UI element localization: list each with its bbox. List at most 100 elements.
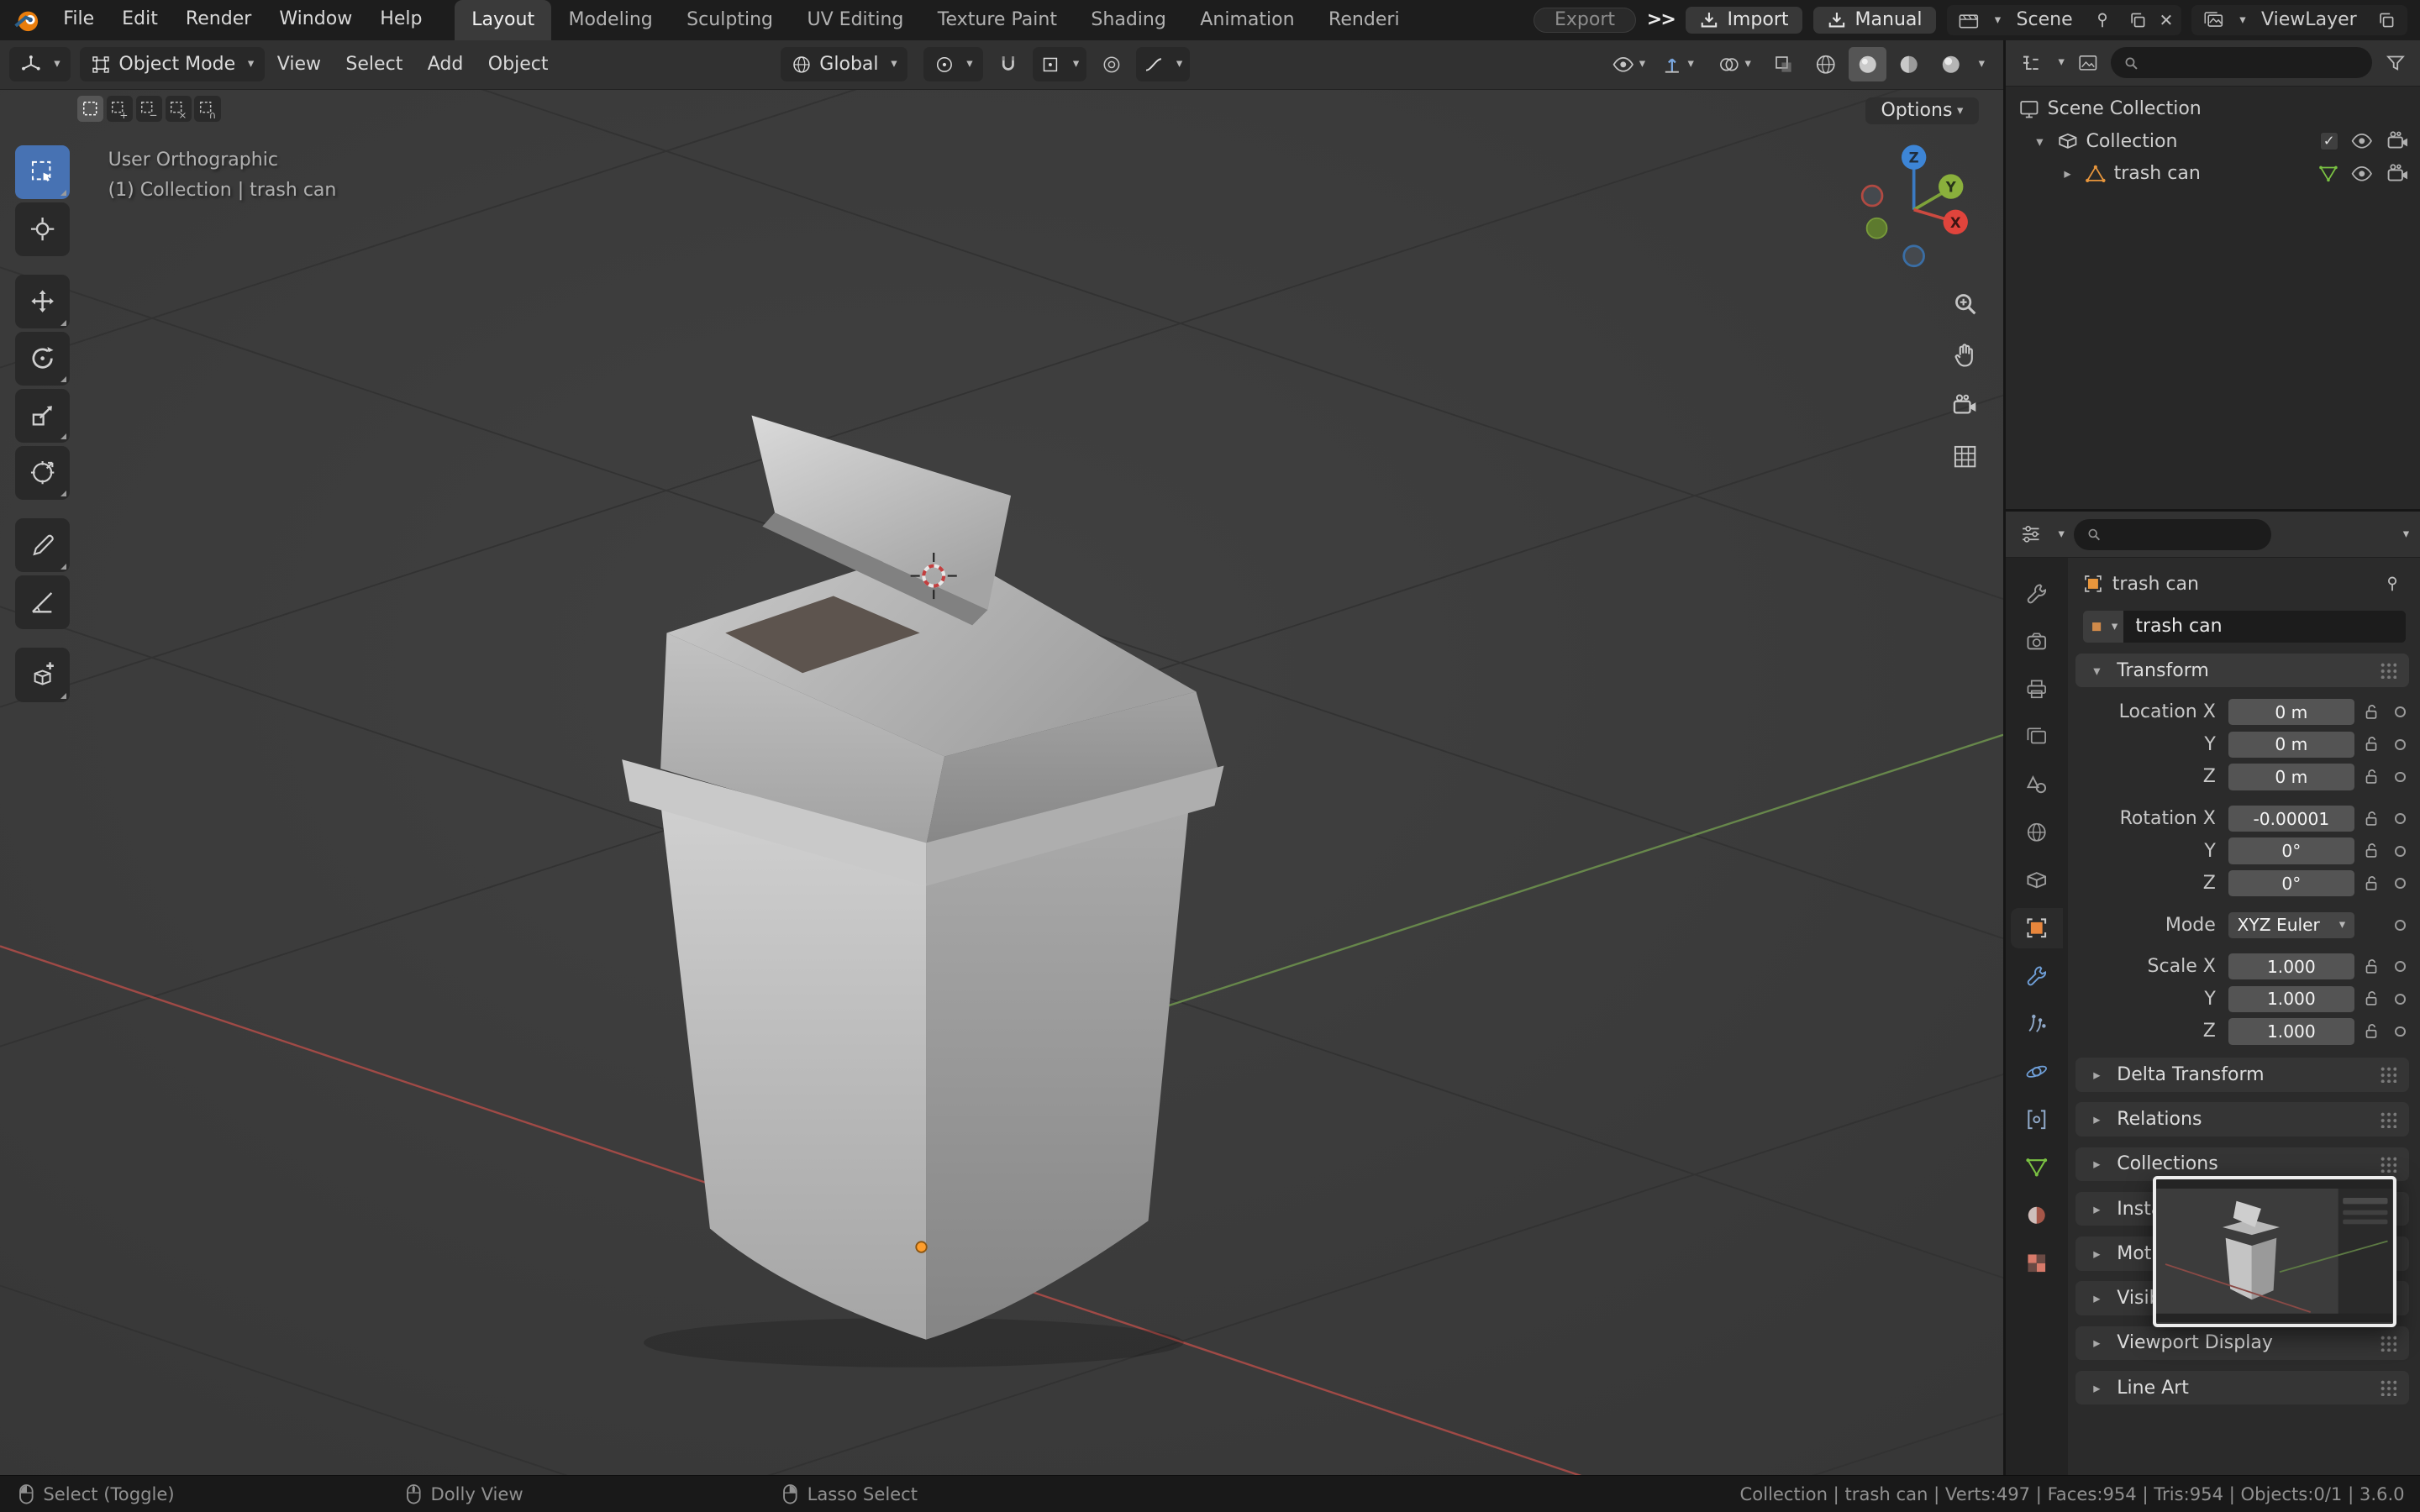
section-viewport-display[interactable]: ▸ Viewport Display xyxy=(2075,1326,2410,1361)
orientation-dropdown[interactable]: Global ▾ xyxy=(781,47,908,81)
manual-button[interactable]: Manual xyxy=(1812,6,1937,34)
workspace-tab-texture-paint[interactable]: Texture Paint xyxy=(921,0,1075,40)
tab-material[interactable] xyxy=(2011,1195,2063,1236)
tab-collection[interactable] xyxy=(2011,860,2063,900)
snap-settings-dropdown[interactable]: ▾ xyxy=(1033,47,1087,81)
pin-icon[interactable] xyxy=(2088,6,2116,34)
zoom-button[interactable] xyxy=(1948,287,1981,321)
location-x-field[interactable]: 0 m xyxy=(2228,699,2355,726)
viewport-3d[interactable]: + − × ∩ User Orthographic (1) Collection… xyxy=(0,89,2004,1475)
drag-grip-icon[interactable] xyxy=(2380,1110,2397,1128)
scale-z-field[interactable]: 1.000 xyxy=(2228,1018,2355,1045)
transform-section-header[interactable]: ▾ Transform xyxy=(2075,654,2410,688)
display-mode-icon[interactable] xyxy=(2074,49,2102,76)
section-relations[interactable]: ▸ Relations xyxy=(2075,1102,2410,1137)
snap-toggle[interactable] xyxy=(990,47,1027,81)
chevron-down-icon[interactable]: ▾ xyxy=(2403,528,2409,541)
outliner-search[interactable] xyxy=(2110,47,2373,79)
import-button[interactable]: Import xyxy=(1685,6,1803,34)
proportional-editing-toggle[interactable] xyxy=(1093,47,1130,81)
tool-annotate[interactable] xyxy=(15,518,70,573)
menu-add[interactable]: Add xyxy=(415,54,476,75)
mode-dropdown[interactable]: Object Mode ▾ xyxy=(80,47,266,81)
viewlayer-browse-icon[interactable] xyxy=(2200,6,2228,34)
select-mode-extend[interactable]: + xyxy=(106,95,133,123)
disclosure-closed-icon[interactable]: ▸ xyxy=(2059,165,2077,181)
editor-type-button[interactable]: ▾ xyxy=(9,47,71,81)
tab-render[interactable] xyxy=(2011,621,2063,661)
hide-eye-icon[interactable] xyxy=(2350,162,2374,186)
lock-icon[interactable] xyxy=(2362,874,2386,893)
blender-logo-icon[interactable] xyxy=(13,6,40,34)
hide-eye-icon[interactable] xyxy=(2350,129,2374,153)
gizmos-dropdown[interactable]: ▾ xyxy=(1651,47,1703,81)
tab-output[interactable] xyxy=(2011,669,2063,709)
workspace-tab-layout[interactable]: Layout xyxy=(455,0,552,40)
tab-modifiers[interactable] xyxy=(2011,956,2063,996)
properties-search-input[interactable] xyxy=(2108,524,2260,545)
toggle-ortho-button[interactable] xyxy=(1948,439,1981,473)
workspace-tab-animation[interactable]: Animation xyxy=(1183,0,1312,40)
drag-grip-icon[interactable] xyxy=(2380,1334,2397,1352)
outliner-search-input[interactable] xyxy=(2146,52,2360,73)
location-y-field[interactable]: 0 m xyxy=(2228,731,2355,758)
outliner-row-trash-can[interactable]: ▸ trash can xyxy=(2006,157,2420,190)
pin-icon[interactable] xyxy=(2378,570,2406,598)
drag-grip-icon[interactable] xyxy=(2380,1155,2397,1173)
chevrons-icon[interactable]: >> xyxy=(1647,9,1676,30)
menu-help[interactable]: Help xyxy=(366,0,436,40)
outliner-row-collection[interactable]: ▾ Collection ✓ xyxy=(2006,125,2420,158)
tool-cursor[interactable] xyxy=(15,202,70,256)
workspace-tab-shading[interactable]: Shading xyxy=(1074,0,1183,40)
workspace-tab-rendering[interactable]: Rendering xyxy=(1312,0,1399,40)
scene-browse-icon[interactable] xyxy=(1954,6,1982,34)
tool-add-cube[interactable] xyxy=(15,648,70,702)
section-line-art[interactable]: ▸ Line Art xyxy=(2075,1370,2410,1405)
tab-object-data[interactable] xyxy=(2011,1147,2063,1188)
tab-tool[interactable] xyxy=(2011,574,2063,614)
camera-view-button[interactable] xyxy=(1948,389,1981,423)
menu-select[interactable]: Select xyxy=(334,54,415,75)
object-name-input[interactable]: trash can xyxy=(2123,610,2407,643)
navigation-gizmo[interactable]: Z Y X xyxy=(1844,140,1983,279)
tool-options-button[interactable]: Options ▾ xyxy=(1865,97,1979,125)
gizmo-negative-x[interactable] xyxy=(1860,184,1884,207)
drag-grip-icon[interactable] xyxy=(2380,1066,2397,1084)
menu-object[interactable]: Object xyxy=(476,54,560,75)
xray-toggle[interactable] xyxy=(1765,47,1802,81)
drag-grip-icon[interactable] xyxy=(2380,1379,2397,1397)
workspace-tab-uv-editing[interactable]: UV Editing xyxy=(790,0,920,40)
workspace-tab-modeling[interactable]: Modeling xyxy=(551,0,670,40)
animate-dot[interactable] xyxy=(2394,1026,2406,1037)
menu-view[interactable]: View xyxy=(265,54,334,75)
export-button[interactable]: Export xyxy=(1534,7,1636,34)
tab-world[interactable] xyxy=(2011,812,2063,853)
screenshot-thumbnail-overlay[interactable] xyxy=(2153,1175,2397,1327)
location-z-field[interactable]: 0 m xyxy=(2228,764,2355,790)
tab-object[interactable] xyxy=(2010,908,2064,948)
shading-rendered-button[interactable] xyxy=(1933,47,1970,81)
tool-transform[interactable] xyxy=(15,445,70,501)
lock-icon[interactable] xyxy=(2362,703,2386,722)
duplicate-viewlayer-icon[interactable] xyxy=(2372,6,2400,34)
shading-wireframe-button[interactable] xyxy=(1807,47,1844,81)
object-origin-dot[interactable] xyxy=(915,1240,928,1253)
breadcrumb-object-name[interactable]: trash can xyxy=(2112,574,2199,595)
menu-render[interactable]: Render xyxy=(171,0,265,40)
outliner-row-scene-collection[interactable]: Scene Collection xyxy=(2006,92,2420,125)
scale-x-field[interactable]: 1.000 xyxy=(2228,953,2355,980)
scale-y-field[interactable]: 1.000 xyxy=(2228,985,2355,1012)
tab-texture[interactable] xyxy=(2011,1242,2063,1283)
lock-icon[interactable] xyxy=(2362,842,2386,860)
shading-material-button[interactable] xyxy=(1891,47,1928,81)
properties-editor-icon[interactable] xyxy=(2017,521,2044,549)
animate-dot[interactable] xyxy=(2394,878,2406,890)
shading-solid-button[interactable] xyxy=(1849,47,1886,81)
drag-grip-icon[interactable] xyxy=(2380,662,2397,680)
disable-render-camera-icon[interactable] xyxy=(2386,162,2410,186)
disclosure-open-icon[interactable]: ▾ xyxy=(2030,134,2049,150)
select-mode-subtract[interactable]: − xyxy=(135,95,162,123)
animate-dot[interactable] xyxy=(2394,961,2406,973)
section-delta-transform[interactable]: ▸ Delta Transform xyxy=(2075,1058,2410,1092)
tool-measure[interactable] xyxy=(15,575,70,630)
